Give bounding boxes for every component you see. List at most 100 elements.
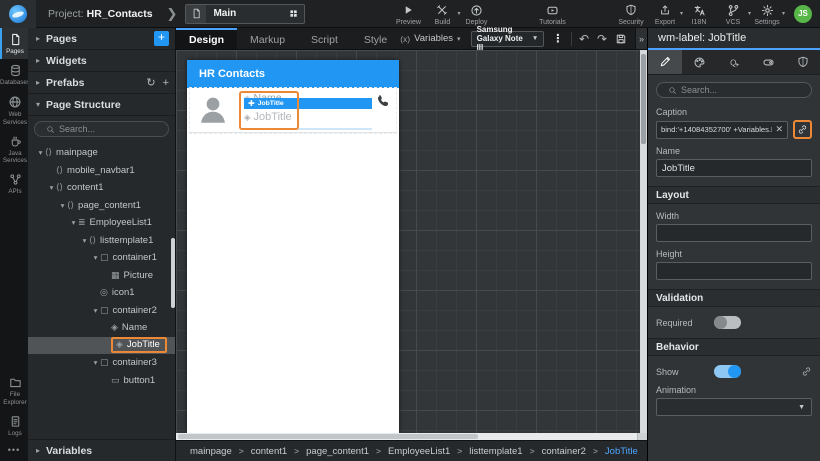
tree-node-mobile_navbar1[interactable]: ⟨⟩ mobile_navbar1	[28, 162, 175, 180]
section-widgets[interactable]: ▸ Widgets	[28, 50, 175, 72]
page-structure-search-input[interactable]: Search...	[34, 121, 169, 137]
tree-node-Name[interactable]: ◈ Name	[28, 319, 175, 337]
refresh-prefabs-icon[interactable]: ↻	[146, 76, 155, 89]
tree-node-container1[interactable]: ▾ ▢ container1	[28, 249, 175, 267]
inspector-tab-properties[interactable]	[648, 50, 683, 74]
expand-arrow-icon[interactable]: ▾	[91, 306, 100, 315]
scrollbar-thumb[interactable]	[178, 434, 478, 439]
section-pages[interactable]: ▸ Pages +	[28, 28, 175, 50]
tree-node-page_content1[interactable]: ▾ ⟨⟩ page_content1	[28, 197, 175, 215]
breadcrumb-item-mainpage[interactable]: mainpage	[190, 446, 232, 457]
expand-arrow-icon[interactable]: ▾	[69, 218, 78, 227]
canvas-vertical-scrollbar[interactable]	[640, 50, 647, 433]
picture-widget[interactable]	[196, 93, 232, 129]
variables-dropdown[interactable]: (x) Variables ▾	[400, 33, 460, 44]
required-toggle[interactable]	[714, 316, 741, 329]
tree-node-EmployeeList1[interactable]: ▾ ≣ EmployeeList1	[28, 214, 175, 232]
section-variables[interactable]: ▸ Variables	[28, 439, 175, 461]
inspector-tab-device[interactable]	[751, 50, 785, 74]
settings-button[interactable]: Settings ▾	[750, 4, 785, 26]
rail-item-file-explorer[interactable]: File Explorer	[0, 371, 28, 409]
breadcrumb-item-listtemplate1[interactable]: listtemplate1	[469, 446, 522, 457]
rail-item-databases[interactable]: Databases	[0, 59, 30, 90]
tree-node-listtemplate1[interactable]: ▾ ⟨⟩ listtemplate1	[28, 232, 175, 250]
build-button[interactable]: Build ▾	[425, 4, 460, 26]
rail-item-apis[interactable]: APIs	[0, 168, 28, 199]
jobtitle-widget[interactable]: ◈ JobTitle	[244, 111, 372, 123]
breadcrumb-item-container2[interactable]: container2	[542, 446, 586, 457]
bind-show-icon[interactable]	[801, 366, 812, 377]
tree-node-container2[interactable]: ▾ ▢ container2	[28, 302, 175, 320]
tree-node-Picture[interactable]: ▦ Picture	[28, 267, 175, 285]
container2-widget[interactable]: ◈ Name ✚ JobTitle ◈ JobTitle	[244, 92, 372, 130]
tree-node-JobTitle[interactable]: ◈ JobTitle	[28, 336, 175, 354]
page-selector[interactable]: Main	[185, 3, 306, 24]
tree-node-container3[interactable]: ▾ ▢ container3	[28, 354, 175, 372]
caption-input[interactable]: bind:'+14084352700' +Variables.HrdbE ✕	[656, 120, 788, 139]
tree-node-mainpage[interactable]: ▾ ⟨⟩ mainpage	[28, 144, 175, 162]
properties-search-input[interactable]: Search...	[656, 82, 812, 98]
bind-property-button[interactable]	[793, 120, 812, 139]
inspector-tab-events[interactable]: Q	[717, 50, 751, 74]
show-toggle[interactable]	[714, 365, 741, 378]
gear-icon	[761, 4, 774, 17]
expand-panel-button[interactable]: »	[635, 28, 647, 49]
editor-tab-design[interactable]: Design	[176, 28, 238, 49]
security-button[interactable]: Security	[614, 4, 648, 26]
tree-node-content1[interactable]: ▾ ⟨⟩ content1	[28, 179, 175, 197]
rail-item-logs[interactable]: Logs	[0, 410, 28, 441]
tutorials-button[interactable]: Tutorials	[535, 4, 569, 26]
editor-toolbar: Design Markup Script Style (x) Variables ▾ …	[176, 25, 647, 52]
save-button[interactable]	[615, 33, 627, 45]
add-page-button[interactable]: +	[154, 31, 169, 46]
phone-icon[interactable]	[375, 93, 390, 108]
rail-item-web-services[interactable]: Web Services	[0, 90, 28, 129]
design-canvas[interactable]: HR Contacts ◈ Name ✚ JobTitle ◈	[176, 50, 647, 433]
width-input[interactable]	[656, 224, 812, 242]
user-avatar[interactable]: JS	[794, 4, 812, 23]
more-options-icon[interactable]: ⋮	[552, 32, 563, 45]
clear-binding-icon[interactable]: ✕	[775, 124, 783, 135]
undo-button[interactable]: ↶	[579, 33, 589, 45]
section-page-structure[interactable]: ▾ Page Structure	[28, 94, 175, 116]
widget-selection-handle[interactable]: ✚ JobTitle	[244, 98, 372, 109]
preview-button[interactable]: Preview	[391, 4, 425, 26]
expand-arrow-icon[interactable]: ▾	[80, 236, 89, 245]
employee-list-item[interactable]: ◈ Name ✚ JobTitle ◈ JobTitle	[189, 87, 397, 134]
tree-scrollbar[interactable]	[171, 238, 175, 308]
expand-arrow-icon[interactable]: ▾	[36, 148, 45, 157]
inspector-tab-styles[interactable]	[682, 50, 716, 74]
deploy-button[interactable]: Deploy	[459, 4, 493, 26]
expand-arrow-icon[interactable]: ▾	[47, 183, 56, 192]
export-button[interactable]: Export ▾	[648, 4, 683, 26]
expand-arrow-icon[interactable]: ▾	[91, 253, 100, 262]
tree-node-button1[interactable]: ▭ button1	[28, 372, 175, 390]
breadcrumb-item-EmployeeList1[interactable]: EmployeeList1	[388, 446, 450, 457]
editor-tab-script[interactable]: Script	[298, 28, 351, 49]
vcs-button[interactable]: VCS ▾	[716, 4, 751, 26]
section-prefabs[interactable]: ▸ Prefabs ↻ +	[28, 72, 175, 94]
name-input[interactable]: JobTitle	[656, 159, 812, 177]
redo-button[interactable]: ↷	[597, 33, 607, 45]
canvas-horizontal-scrollbar[interactable]	[176, 433, 647, 440]
tree-node-icon1[interactable]: ◎ icon1	[28, 284, 175, 302]
height-input[interactable]	[656, 262, 812, 280]
expand-arrow-icon[interactable]: ▾	[58, 201, 67, 210]
add-prefab-icon[interactable]: +	[163, 77, 169, 89]
i18n-button[interactable]: I18N	[682, 4, 716, 26]
editor-tab-markup[interactable]: Markup	[237, 28, 298, 49]
rail-more-icon[interactable]: •••	[0, 441, 28, 461]
app-header[interactable]: HR Contacts	[187, 60, 399, 88]
breadcrumb-item-content1[interactable]: content1	[251, 446, 287, 457]
app-logo[interactable]	[0, 0, 36, 28]
expand-arrow-icon[interactable]: ▾	[91, 358, 100, 367]
breadcrumb-item-page_content1[interactable]: page_content1	[306, 446, 369, 457]
device-selector[interactable]: Samsung Galaxy Note III ▼	[470, 25, 545, 52]
rail-item-pages[interactable]: Pages	[0, 28, 28, 60]
breadcrumb-item-JobTitle[interactable]: JobTitle	[605, 446, 638, 457]
rail-item-java-services[interactable]: Java Services	[0, 130, 28, 168]
animation-select[interactable]: ▼	[656, 398, 812, 416]
inspector-tab-security[interactable]	[786, 50, 820, 74]
scrollbar-thumb[interactable]	[641, 54, 646, 144]
editor-tab-style[interactable]: Style	[351, 28, 400, 49]
